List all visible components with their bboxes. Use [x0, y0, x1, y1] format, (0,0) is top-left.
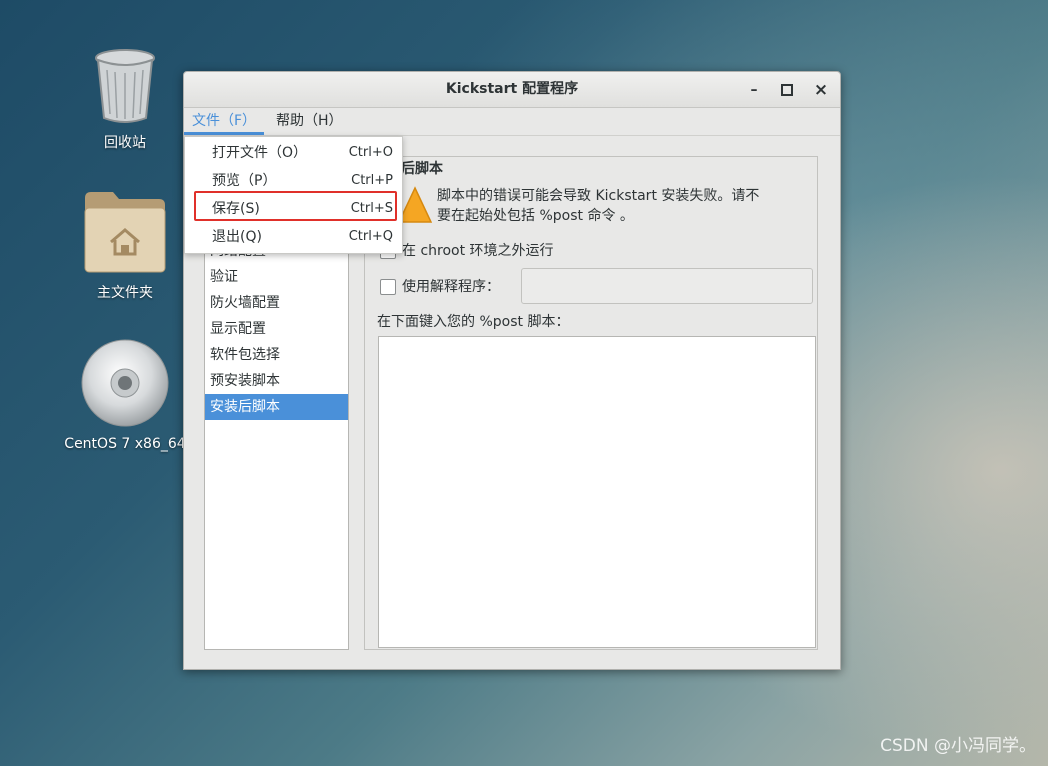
menu-help[interactable]: 帮助（H）	[268, 108, 351, 135]
maximize-button[interactable]	[778, 81, 796, 99]
interpreter-label: 使用解释程序：	[402, 279, 500, 295]
save-highlight-annotation	[194, 191, 397, 221]
warning-icon	[398, 186, 432, 223]
desktop-icon-trash[interactable]: 回收站	[75, 48, 175, 152]
chroot-label: 在 chroot 环境之外运行	[402, 243, 554, 259]
chroot-row[interactable]: 在 chroot 环境之外运行	[380, 240, 554, 260]
warning-line-1: 脚本中的错误可能会导致 Kickstart 安装失败。请不	[437, 188, 760, 204]
menu-item-quit-accel: Ctrl+Q	[348, 229, 393, 244]
sidebar-item-firewall[interactable]: 防火墙配置	[205, 290, 348, 316]
panel-title: 后脚本	[399, 158, 445, 178]
menu-item-open-label: 打开文件（O）	[212, 145, 308, 161]
menubar: 文件（F） 帮助（H）	[184, 108, 840, 136]
trash-icon	[95, 49, 155, 123]
disc-label: CentOS 7 x86_64	[64, 436, 186, 452]
interpreter-row[interactable]: 使用解释程序：	[380, 276, 500, 296]
sidebar-item-packages[interactable]: 软件包选择	[205, 342, 348, 368]
interpreter-input[interactable]	[521, 268, 813, 304]
menu-item-quit[interactable]: 退出(Q) Ctrl+Q	[185, 223, 402, 251]
desktop-icon-centos-disc[interactable]: CentOS 7 x86_64	[60, 338, 190, 452]
titlebar[interactable]: Kickstart 配置程序 – ×	[184, 72, 840, 108]
menu-item-open-accel: Ctrl+O	[348, 145, 393, 160]
close-button[interactable]: ×	[812, 81, 830, 99]
category-list[interactable]: 网络配置 验证 防火墙配置 显示配置 软件包选择 预安装脚本 安装后脚本	[204, 237, 349, 650]
close-icon: ×	[813, 80, 829, 100]
sidebar-item-auth[interactable]: 验证	[205, 264, 348, 290]
script-prompt: 在下面键入您的 %post 脚本：	[377, 314, 570, 330]
sidebar-item-display[interactable]: 显示配置	[205, 316, 348, 342]
trash-label: 回收站	[104, 135, 146, 151]
post-script-textarea[interactable]	[378, 336, 816, 648]
home-folder-icon	[84, 192, 166, 273]
watermark: CSDN @小冯同学。	[880, 736, 1036, 756]
minimize-button[interactable]: –	[745, 81, 763, 99]
warning-line-2: 要在起始处包括 %post 命令 。	[437, 208, 634, 224]
disc-icon	[81, 339, 169, 427]
menu-item-open[interactable]: 打开文件（O） Ctrl+O	[185, 139, 402, 167]
minimize-icon: –	[750, 82, 758, 98]
maximize-icon	[781, 84, 793, 96]
interpreter-checkbox[interactable]	[380, 279, 396, 295]
desktop-icon-home-folder[interactable]: 主文件夹	[75, 190, 175, 302]
menu-file[interactable]: 文件（F）	[184, 108, 265, 135]
sidebar-item-post-script[interactable]: 安装后脚本	[205, 394, 348, 420]
home-folder-label: 主文件夹	[97, 285, 153, 301]
sidebar-item-pre-script[interactable]: 预安装脚本	[205, 368, 348, 394]
menu-item-quit-label: 退出(Q)	[212, 229, 262, 245]
window-title: Kickstart 配置程序	[445, 81, 579, 97]
warning-text: 脚本中的错误可能会导致 Kickstart 安装失败。请不 要在起始处包括 %p…	[437, 186, 797, 226]
